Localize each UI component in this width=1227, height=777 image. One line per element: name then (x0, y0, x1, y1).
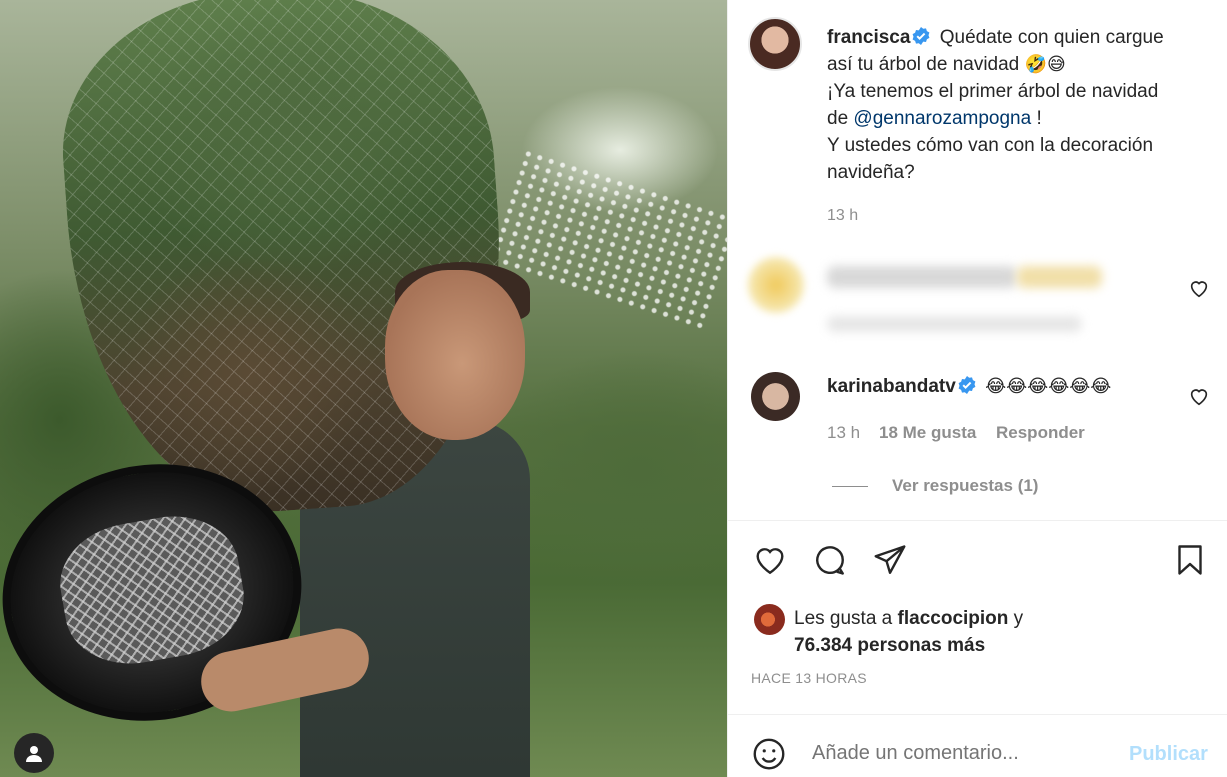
reply-button[interactable]: Responder (996, 423, 1085, 443)
author-avatar[interactable] (748, 17, 802, 71)
comment-text: 😂😂😂😂😂😂 (985, 376, 1112, 397)
author-username[interactable]: francisca (827, 27, 910, 48)
mention-link[interactable]: @gennarozampogna (853, 108, 1031, 129)
likes-count[interactable]: 76.384 personas más (794, 635, 985, 656)
publish-button[interactable]: Publicar (1129, 743, 1208, 766)
bookmark-icon (1178, 545, 1202, 575)
caption-line-4-prefix: de (827, 108, 849, 129)
caption-line-2: así tu árbol de navidad (827, 54, 1020, 75)
verified-badge-icon (913, 27, 930, 45)
post-photo[interactable] (0, 0, 727, 777)
comment-username[interactable]: karinabandatv (827, 376, 956, 397)
blurred-meta (827, 316, 1082, 332)
commenter-avatar[interactable] (751, 372, 800, 421)
user-icon (26, 746, 42, 762)
caption-emojis: 🤣😅 (1024, 54, 1066, 75)
caption-line-5: Y ustedes cómo van con la decoración (827, 135, 1154, 156)
comment-button[interactable] (810, 540, 850, 580)
likes-summary: Les gusta a flaccocipion y 76.384 person… (794, 605, 1023, 659)
emoji-button[interactable] (750, 735, 788, 773)
liker-username[interactable]: flaccocipion (898, 608, 1009, 629)
caption-line-3: ¡Ya tenemos el primer árbol de navidad (827, 81, 1159, 102)
comment-likes[interactable]: 18 Me gusta (879, 423, 976, 443)
likes-conj: y (1013, 608, 1024, 629)
caption-line-4-suffix: ! (1036, 108, 1042, 129)
input-divider (727, 714, 1227, 715)
comment-body: karinabandatv 😂😂😂😂😂😂 (827, 375, 1111, 399)
liker-avatar[interactable] (754, 604, 785, 635)
send-icon (874, 545, 906, 574)
blurred-username (827, 266, 1017, 288)
save-button[interactable] (1170, 540, 1210, 580)
likes-prefix: Les gusta a (794, 608, 893, 629)
comment-time[interactable]: 13 h (827, 423, 860, 443)
smiley-icon (753, 738, 785, 770)
blurred-commenter-avatar (748, 257, 804, 313)
post-caption: francisca Quédate con quien cargue así t… (827, 24, 1207, 186)
comment-icon (816, 546, 844, 575)
blurred-text (1017, 266, 1102, 288)
replies-dash (832, 485, 868, 487)
heart-icon (756, 548, 784, 575)
comment-input[interactable] (812, 742, 1112, 765)
verified-badge-icon (958, 376, 976, 394)
posted-time[interactable]: HACE 13 HORAS (751, 670, 867, 686)
like-button[interactable] (750, 540, 790, 580)
share-button[interactable] (870, 540, 910, 580)
caption-time[interactable]: 13 h (827, 207, 858, 225)
caption-line-6: navideña? (827, 162, 915, 183)
caption-line-1: Quédate con quien cargue (939, 27, 1164, 48)
comment-like-heart-icon[interactable] (1188, 385, 1210, 407)
tagged-user-button[interactable] (14, 733, 54, 773)
view-replies-button[interactable]: Ver respuestas (1) (832, 476, 1038, 496)
view-replies-label: Ver respuestas (1) (892, 476, 1039, 495)
comment-like-heart-icon[interactable] (1188, 277, 1210, 299)
person-face (385, 270, 525, 440)
actions-divider (727, 520, 1227, 521)
